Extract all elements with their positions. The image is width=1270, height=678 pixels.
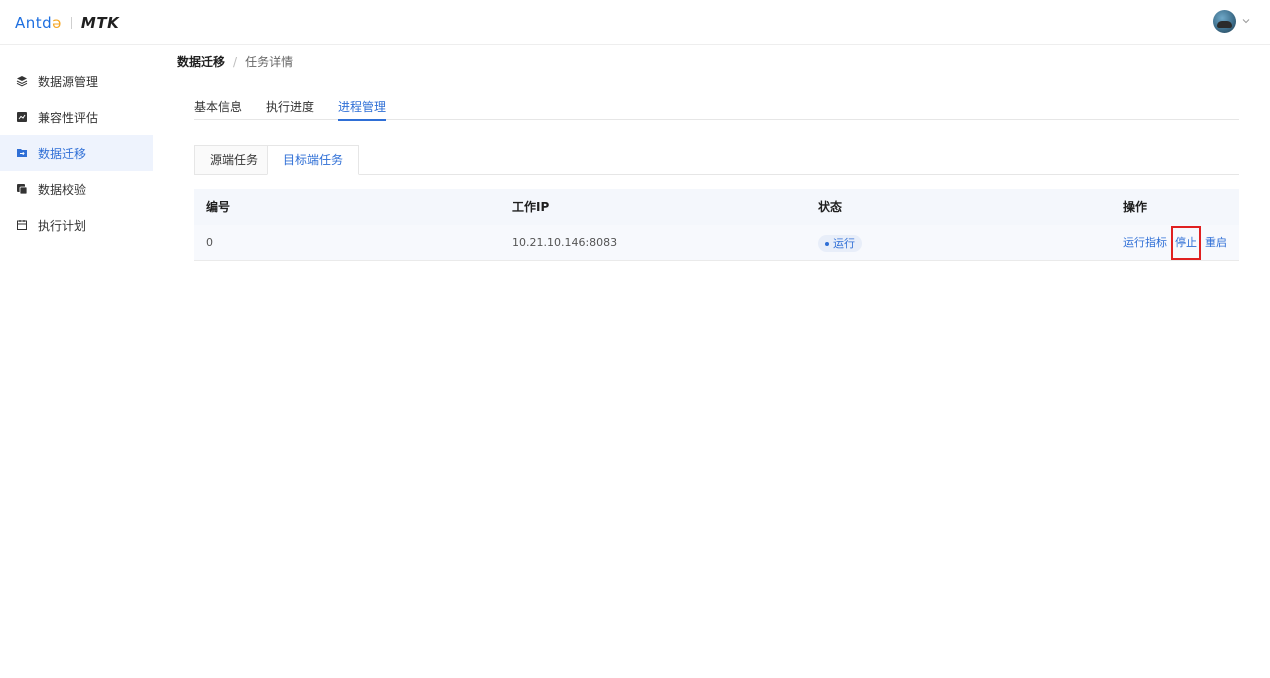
cell-ip: 10.21.10.146:8083 <box>512 236 618 249</box>
sidebar-item-label: 兼容性评估 <box>38 110 99 125</box>
status-text: 运行 <box>833 237 855 250</box>
layers-icon <box>16 75 28 87</box>
logo-mtk: MTK <box>80 14 120 32</box>
cell-id: 0 <box>206 236 213 249</box>
tab-progress[interactable]: 执行进度 <box>266 98 314 120</box>
main-tabs: 基本信息 执行进度 进程管理 <box>194 98 1239 121</box>
folder-transfer-icon <box>16 147 28 159</box>
column-header-actions: 操作 <box>1123 200 1148 214</box>
sidebar-item-label: 数据迁移 <box>38 146 87 161</box>
sidebar-item-plan[interactable]: 执行计划 <box>0 207 153 243</box>
breadcrumb-current: 任务详情 <box>245 55 294 69</box>
status-badge: 运行 <box>818 235 862 252</box>
stop-button[interactable]: 停止 <box>1175 225 1197 261</box>
tab-basic-info[interactable]: 基本信息 <box>194 98 242 120</box>
assessment-icon <box>16 111 28 123</box>
sub-tabs: 源端任务 目标端任务 <box>194 145 1239 175</box>
table-row: 0 10.21.10.146:8083 运行 运行指标 停止 重启 <box>194 225 1239 261</box>
sidebar-item-verify[interactable]: 数据校验 <box>0 171 153 207</box>
run-metrics-link[interactable]: 运行指标 <box>1123 225 1167 261</box>
breadcrumb: 数据迁移 / 任务详情 <box>177 53 293 70</box>
verify-icon <box>16 183 28 195</box>
chevron-down-icon[interactable] <box>1241 16 1251 26</box>
logo-divider <box>70 17 72 29</box>
column-header-id: 编号 <box>206 200 231 214</box>
table-header: 编号 工作IP 状态 操作 <box>194 189 1239 225</box>
breadcrumb-parent[interactable]: 数据迁移 <box>177 53 225 70</box>
process-table: 编号 工作IP 状态 操作 0 10.21.10.146:8083 运行 运行指… <box>194 189 1239 261</box>
tab-target-tasks[interactable]: 目标端任务 <box>267 145 360 175</box>
logo-antd: Antdə <box>15 14 62 32</box>
user-avatar[interactable] <box>1213 10 1236 33</box>
top-header: Antdə MTK <box>0 0 1270 45</box>
tab-source-tasks[interactable]: 源端任务 <box>194 145 275 175</box>
breadcrumb-separator: / <box>233 54 238 69</box>
restart-button[interactable]: 重启 <box>1205 225 1227 261</box>
app-logo[interactable]: Antdə MTK <box>15 14 119 32</box>
sidebar-item-datasource[interactable]: 数据源管理 <box>0 63 153 99</box>
sidebar-item-compatibility[interactable]: 兼容性评估 <box>0 99 153 135</box>
tab-process-management[interactable]: 进程管理 <box>338 98 387 121</box>
status-dot-icon <box>825 241 829 246</box>
calendar-icon <box>16 219 28 231</box>
sidebar-item-label: 执行计划 <box>38 218 87 233</box>
sidebar-item-label: 数据校验 <box>38 182 87 197</box>
column-header-status: 状态 <box>818 200 843 214</box>
sidebar-item-label: 数据源管理 <box>38 74 99 89</box>
sidebar-item-migration[interactable]: 数据迁移 <box>0 135 153 171</box>
sidebar: 数据源管理 兼容性评估 数据迁移 数据校验 执行计划 <box>0 45 160 678</box>
column-header-ip: 工作IP <box>512 200 550 214</box>
